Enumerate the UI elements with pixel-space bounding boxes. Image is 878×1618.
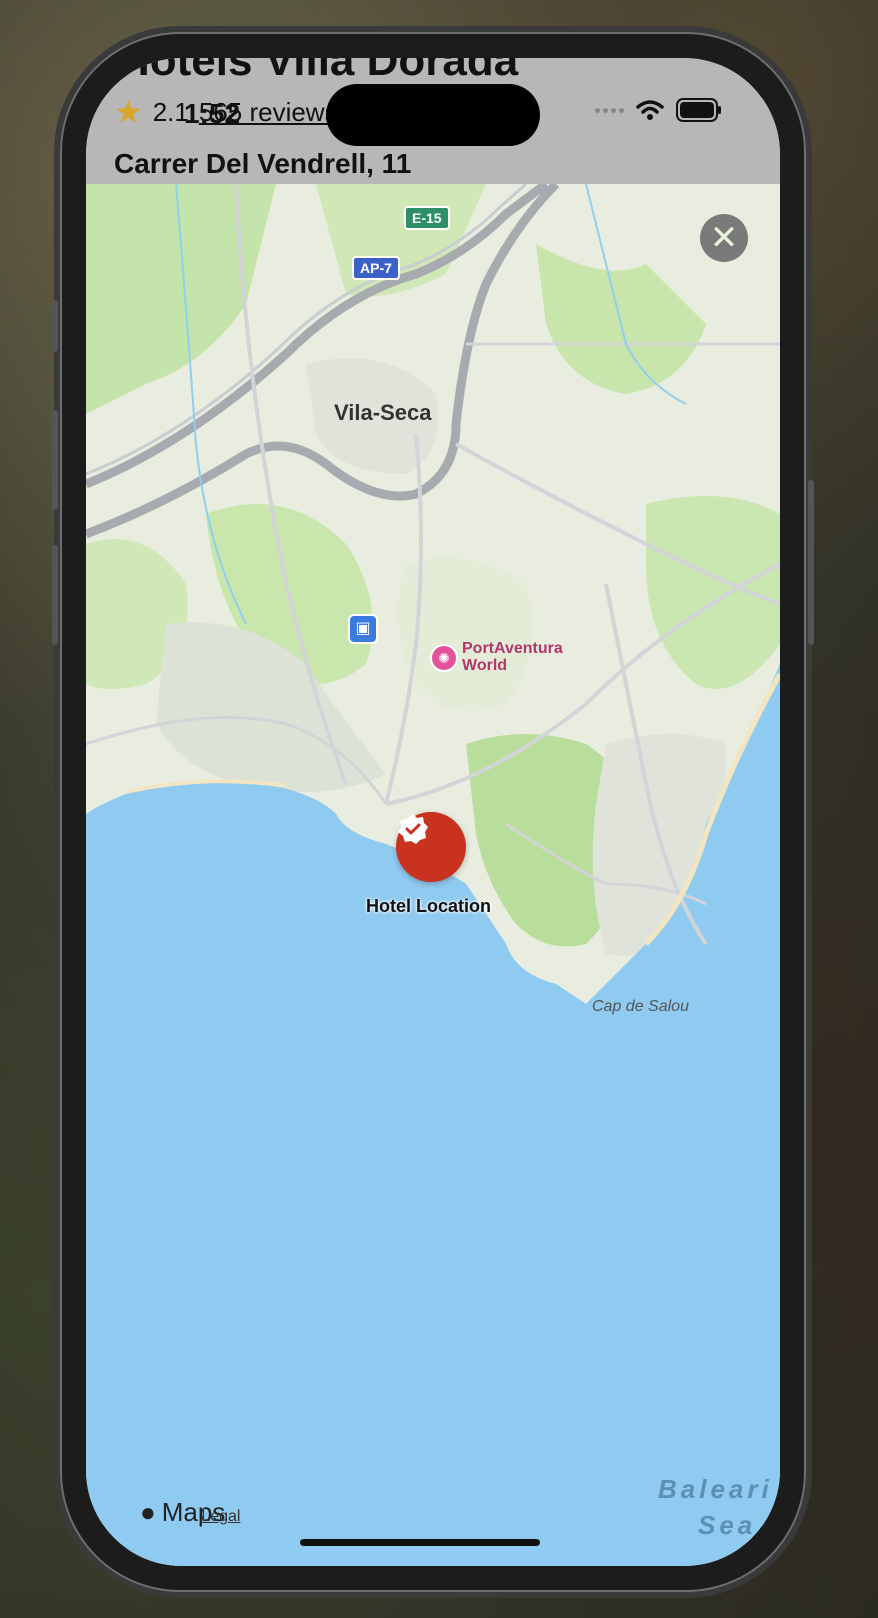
action-button [52,300,58,352]
amusement-park-icon[interactable]: ✺ [430,644,458,672]
apple-logo-icon: ● [140,1497,156,1527]
ap7-shield: AP-7 [352,256,400,280]
close-icon: ✕ [709,219,739,257]
cape-label: Cap de Salou [592,998,689,1015]
city-label[interactable]: Vila-Seca [334,400,431,426]
home-indicator[interactable] [300,1539,540,1546]
hotel-location-pin[interactable] [396,812,466,882]
volume-down-button [52,545,58,645]
status-time: 1:52 [184,98,241,129]
verified-badge-icon [398,814,428,844]
close-button[interactable]: ✕ [700,214,748,262]
sea-label-line1: Baleari [658,1474,773,1504]
battery-icon [676,98,721,122]
star-icon: ★ [114,94,143,130]
cellular-signal-icon [595,107,624,113]
maps-attribution: ● Maps Legal [140,1497,240,1528]
train-station-icon[interactable]: ▣ [348,614,378,644]
phone-screen: Hotels Villa Dorada ★ 2.1 565 reviews Ca… [86,58,780,1566]
wifi-icon [636,100,664,120]
poi-label[interactable]: PortAventura World [462,640,563,674]
e15-shield: E-15 [404,206,450,230]
hotel-details-header: Hotels Villa Dorada ★ 2.1 565 reviews Ca… [86,58,780,184]
hotel-location-label: Hotel Location [366,896,491,916]
hotel-name: Hotels Villa Dorada [118,58,519,85]
dynamic-island [326,84,540,146]
legal-link[interactable]: Legal [201,1508,240,1526]
sea-label-line2: Sea [698,1510,757,1540]
power-button [808,480,814,645]
poi-name-line1: PortAventura [462,640,563,657]
status-indicators [595,98,722,122]
volume-up-button [52,410,58,510]
map-view[interactable]: E-15 AP-7 ✕ Vila-Seca ▣ ✺ PortAventura W… [86,184,780,1566]
hotel-address: Carrer Del Vendrell, 11 [114,148,412,179]
poi-name-line2: World [462,657,508,674]
